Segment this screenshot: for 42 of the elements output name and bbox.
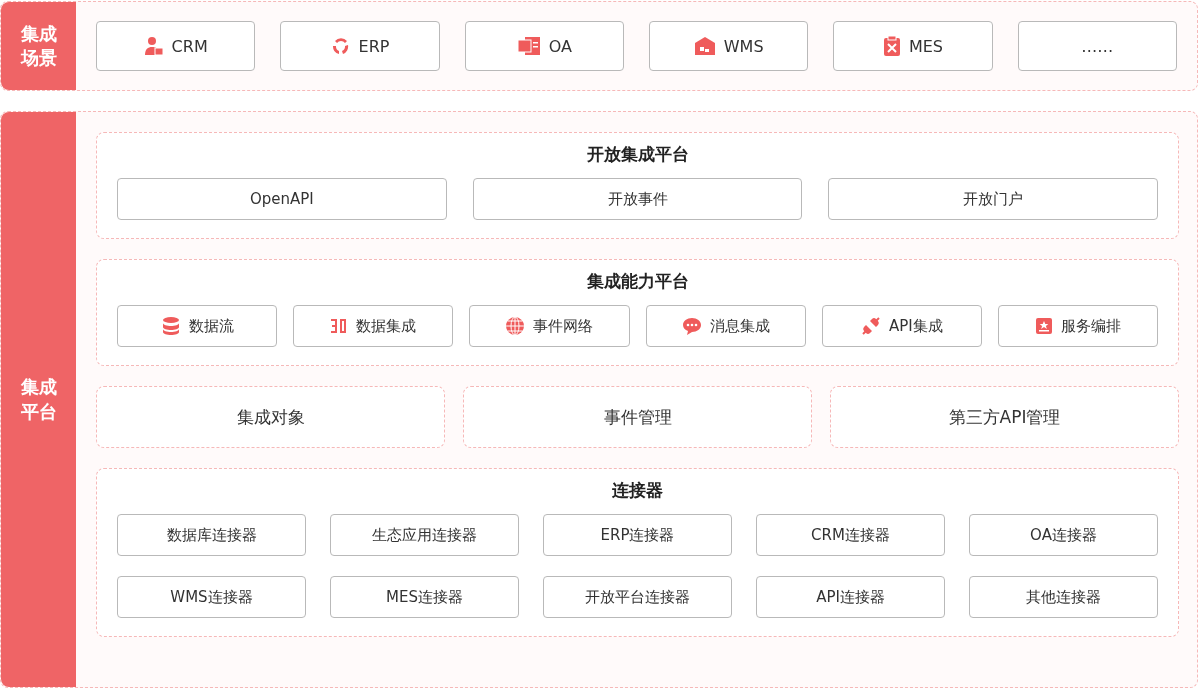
capability-item[interactable]: 数据流 bbox=[117, 305, 278, 347]
group-title: 连接器 bbox=[612, 479, 663, 502]
module-box[interactable]: 第三方API管理 bbox=[830, 386, 1179, 448]
calendar-icon bbox=[1034, 317, 1053, 335]
capability-item[interactable]: 数据集成 bbox=[293, 305, 454, 347]
person-icon bbox=[143, 36, 164, 56]
group-title: 集成能力平台 bbox=[586, 270, 689, 293]
scenario-button[interactable]: MES bbox=[833, 21, 993, 71]
open-platform-item[interactable]: 开放门户 bbox=[828, 178, 1158, 220]
connector-item[interactable]: API连接器 bbox=[756, 576, 945, 618]
capability-item[interactable]: 消息集成 bbox=[645, 305, 806, 347]
module-box[interactable]: 事件管理 bbox=[463, 386, 812, 448]
capability-item[interactable]: 事件网络 bbox=[469, 305, 630, 347]
module-box[interactable]: 集成对象 bbox=[96, 386, 445, 448]
connector-item[interactable]: WMS连接器 bbox=[117, 576, 306, 618]
group-title: 开放集成平台 bbox=[586, 143, 689, 166]
connector-item[interactable]: MES连接器 bbox=[330, 576, 519, 618]
open-platform-item[interactable]: 开放事件 bbox=[472, 178, 803, 220]
connector-item[interactable]: 其他连接器 bbox=[969, 576, 1158, 618]
open-platform-item[interactable]: OpenAPI bbox=[117, 178, 447, 220]
capability-item[interactable]: API集成 bbox=[821, 305, 982, 347]
scenario-button[interactable]: OA bbox=[464, 21, 624, 71]
document-icon bbox=[516, 36, 541, 56]
chat-icon bbox=[681, 316, 702, 336]
platform-label: 集成平台 bbox=[1, 112, 76, 687]
clipboard-icon bbox=[882, 36, 901, 56]
plug-icon bbox=[860, 316, 881, 336]
connector-item[interactable]: CRM连接器 bbox=[756, 514, 945, 556]
connector-item[interactable]: 开放平台连接器 bbox=[543, 576, 732, 618]
globe-icon bbox=[505, 316, 526, 336]
warehouse-icon bbox=[693, 36, 716, 56]
connector-item[interactable]: OA连接器 bbox=[969, 514, 1158, 556]
scenario-label: 集成场景 bbox=[1, 2, 76, 90]
scenario-button[interactable]: ERP bbox=[280, 21, 440, 71]
connector-item[interactable]: ERP连接器 bbox=[543, 514, 732, 556]
scenario-button[interactable]: CRM bbox=[96, 21, 256, 71]
scenario-button[interactable]: …… bbox=[1017, 21, 1177, 71]
connector-item[interactable]: 数据库连接器 bbox=[117, 514, 306, 556]
scenario-button[interactable]: WMS bbox=[649, 21, 809, 71]
connector-item[interactable]: 生态应用连接器 bbox=[330, 514, 519, 556]
capability-item[interactable]: 服务编排 bbox=[997, 305, 1159, 347]
database-icon bbox=[160, 316, 181, 336]
